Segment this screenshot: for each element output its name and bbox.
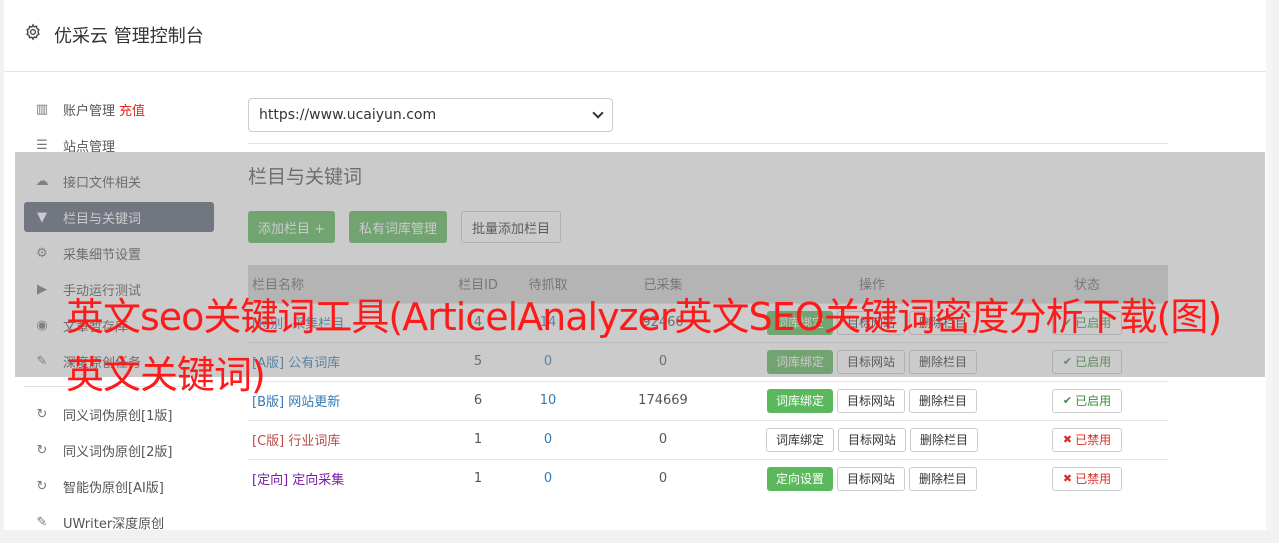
site-select-value: https://www.ucaiyun.com xyxy=(259,107,437,123)
divider xyxy=(248,143,1168,144)
target-site-button[interactable]: 目标网站 xyxy=(836,466,905,491)
cell-status: ✖ 已禁用 xyxy=(1006,458,1168,498)
status-label: 已禁用 xyxy=(1075,433,1112,447)
status-toggle[interactable]: ✖ 已禁用 xyxy=(1051,427,1123,452)
status-toggle[interactable]: ✖ 已禁用 xyxy=(1051,466,1123,491)
app-title: 优采云 管理控制台 xyxy=(54,26,204,47)
site-select[interactable]: https://www.ucaiyun.com xyxy=(248,98,613,132)
table-row: [定向] 定向采集 1 0 0 定向设置 目标网站 删除栏目 ✖ 已禁用 xyxy=(248,458,1168,498)
cell-id: 1 xyxy=(448,419,508,459)
delete-column-button[interactable]: 删除栏目 xyxy=(910,427,979,452)
cross-icon: ✖ xyxy=(1062,472,1073,486)
edit-icon: ✎ xyxy=(36,514,48,530)
refresh-icon: ↻ xyxy=(36,478,48,494)
target-site-button[interactable]: 目标网站 xyxy=(837,427,906,452)
header: 优采云 管理控制台 xyxy=(4,0,1272,72)
cell-status: ✖ 已禁用 xyxy=(1006,419,1168,459)
bar-chart-icon: ▥ xyxy=(35,101,49,117)
row-tag: [定向] xyxy=(252,473,289,489)
sidebar-item-label: 账户管理 xyxy=(63,103,116,119)
row-name[interactable]: 定向采集 xyxy=(292,473,344,488)
recharge-link[interactable]: 充值 xyxy=(119,100,145,119)
lexicon-bind-button[interactable]: 定向设置 xyxy=(766,466,833,491)
scrollbar[interactable] xyxy=(1266,0,1272,530)
lexicon-bind-button[interactable]: 词库绑定 xyxy=(765,427,834,452)
cell-name: [定向] 定向采集 xyxy=(248,458,448,498)
cell-pending: 0 xyxy=(508,458,588,498)
refresh-icon: ↻ xyxy=(36,406,48,422)
delete-column-button[interactable]: 删除栏目 xyxy=(909,466,978,491)
row-name[interactable]: 行业词库 xyxy=(288,434,340,449)
chevron-down-icon xyxy=(592,107,604,119)
sidebar-item[interactable]: ↻ 智能伪原创[AI版] xyxy=(24,471,214,501)
sidebar-item-label: 同义词伪原创[2版] xyxy=(63,444,173,460)
status-label: 已禁用 xyxy=(1075,472,1112,487)
cell-done: 0 xyxy=(588,419,738,459)
sidebar-item-label: 同义词伪原创[1版] xyxy=(63,408,173,424)
sidebar-item[interactable]: ✎ UWriter深度原创 xyxy=(24,507,214,537)
sidebar-item-label: 智能伪原创[AI版] xyxy=(63,480,164,496)
cell-pending: 0 xyxy=(508,419,588,459)
table-row: [C版] 行业词库 1 0 0 词库绑定 目标网站 删除栏目 ✖ 已禁用 xyxy=(248,419,1168,459)
overlay-headline: 英文seo关键词工具(ArticelAnalyzer英文SEO关键词密度分析下载… xyxy=(66,295,1222,397)
sidebar-item[interactable]: ▥ 账户管理 充值 xyxy=(24,94,214,124)
server-icon: ☰ xyxy=(36,137,48,153)
cell-done: 0 xyxy=(588,458,738,498)
gear-icon xyxy=(26,23,40,41)
sidebar-item[interactable]: ↻ 同义词伪原创[2版] xyxy=(24,435,214,465)
cross-icon: ✖ xyxy=(1062,433,1073,446)
row-tag: [C版] xyxy=(252,434,285,449)
cell-id: 1 xyxy=(448,458,508,498)
cell-name: [C版] 行业词库 xyxy=(248,419,448,459)
refresh-icon: ↻ xyxy=(36,442,48,458)
cell-ops: 词库绑定 目标网站 删除栏目 xyxy=(738,419,1006,459)
cell-ops: 定向设置 目标网站 删除栏目 xyxy=(738,458,1006,498)
sidebar-item-label: UWriter深度原创 xyxy=(63,516,165,532)
